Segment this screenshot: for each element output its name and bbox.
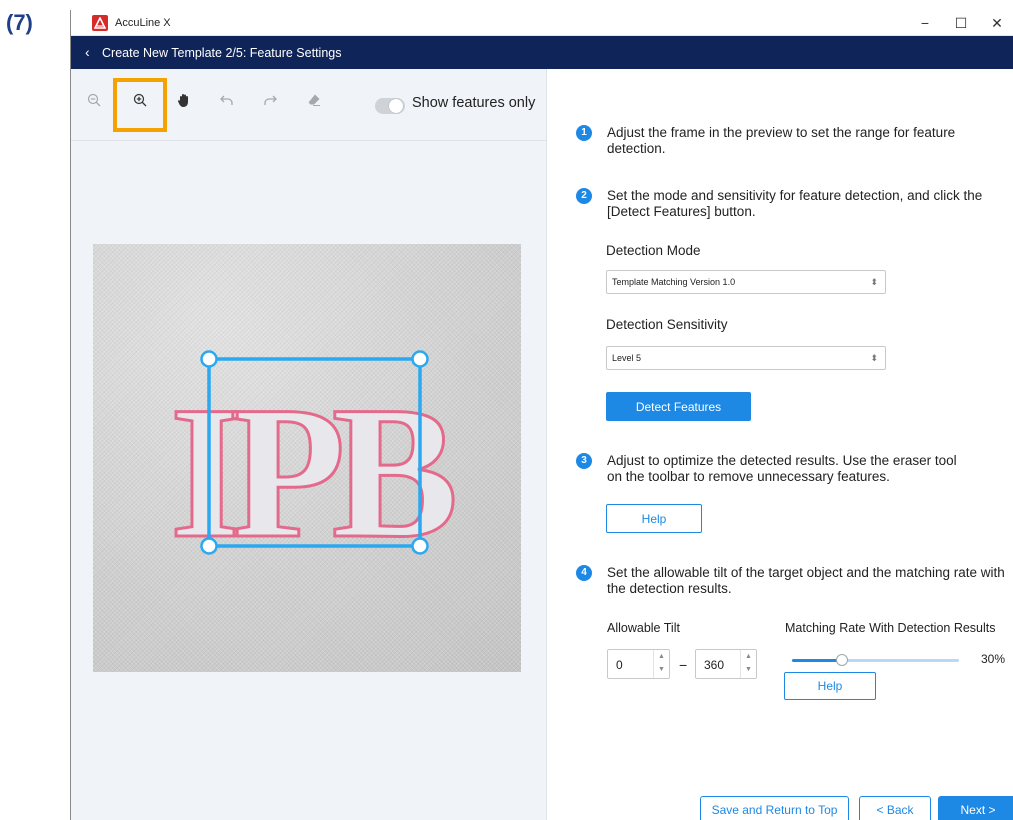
- help-button[interactable]: Help: [606, 504, 702, 533]
- app-title: AccuLine X: [115, 17, 171, 29]
- preview-pane: Show features only IPB: [71, 69, 547, 820]
- back-chevron-icon[interactable]: ‹: [85, 44, 90, 60]
- allowable-tilt-label: Allowable Tilt: [607, 621, 680, 635]
- nav-bar: ‹ Create New Template 2/5: Feature Setti…: [71, 36, 1013, 69]
- page-title: Create New Template 2/5: Feature Setting…: [102, 46, 342, 60]
- frame-handle-bottom-right[interactable]: [411, 537, 429, 555]
- detection-sensitivity-select[interactable]: Level 5 ⬍: [606, 346, 886, 370]
- detection-mode-label: Detection Mode: [606, 243, 701, 258]
- step-number: 4: [576, 565, 592, 581]
- tilt-max-value: 360: [704, 658, 725, 672]
- back-button[interactable]: < Back: [859, 796, 931, 820]
- redo-icon[interactable]: [259, 89, 281, 111]
- app-logo-icon: [92, 15, 108, 31]
- tilt-min-stepper[interactable]: 0 ▲ ▼: [607, 649, 670, 679]
- step-number: 1: [576, 125, 592, 141]
- step-text: Set the mode and sensitivity for feature…: [607, 188, 983, 219]
- frame-handle-top-left[interactable]: [200, 350, 218, 368]
- detection-mode-select[interactable]: Template Matching Version 1.0 ⬍: [606, 270, 886, 294]
- frame-handle-top-right[interactable]: [411, 350, 429, 368]
- close-button[interactable]: ✕: [979, 10, 1013, 36]
- step-text: Adjust to optimize the detected results.…: [607, 453, 957, 484]
- preview-image[interactable]: IPB: [93, 244, 521, 672]
- matching-rate-slider[interactable]: [792, 654, 959, 666]
- eraser-icon[interactable]: [303, 89, 325, 111]
- step-text: Set the allowable tilt of the target obj…: [607, 565, 1005, 596]
- title-bar: AccuLine X − ☐ ✕: [71, 10, 1013, 36]
- matching-rate-label: Matching Rate With Detection Results: [785, 621, 996, 635]
- tilt-range-dash: −: [679, 657, 688, 673]
- step-marker: (7): [6, 10, 33, 35]
- toggle-knob: [389, 99, 403, 113]
- step-text: Adjust the frame in the preview to set t…: [607, 125, 956, 156]
- hand-icon[interactable]: [173, 89, 195, 111]
- stepper-arrows-icon[interactable]: ▲ ▼: [653, 650, 669, 678]
- slider-fill: [792, 659, 842, 662]
- settings-pane: 1 Adjust the frame in the preview to set…: [548, 69, 1013, 820]
- app-window: AccuLine X − ☐ ✕ ‹ Create New Template 2…: [70, 10, 1013, 820]
- step-number: 3: [576, 453, 592, 469]
- detection-sensitivity-label: Detection Sensitivity: [606, 317, 728, 332]
- show-features-label: Show features only: [412, 95, 536, 111]
- select-arrows-icon: ⬍: [870, 353, 878, 363]
- zoom-in-icon[interactable]: [129, 89, 151, 111]
- save-return-button[interactable]: Save and Return to Top: [700, 796, 849, 820]
- show-features-toggle[interactable]: [375, 98, 405, 114]
- tilt-max-stepper[interactable]: 360 ▲ ▼: [695, 649, 757, 679]
- slider-handle[interactable]: [836, 654, 848, 666]
- step-number: 2: [576, 188, 592, 204]
- preview-toolbar: Show features only: [71, 69, 546, 141]
- maximize-button[interactable]: ☐: [943, 10, 979, 36]
- undo-icon[interactable]: [216, 89, 238, 111]
- stepper-arrows-icon[interactable]: ▲ ▼: [740, 650, 756, 678]
- next-button[interactable]: Next >: [938, 796, 1013, 820]
- detect-features-button[interactable]: Detect Features: [606, 392, 751, 421]
- minimize-button[interactable]: −: [907, 10, 943, 36]
- tilt-min-value: 0: [616, 658, 623, 672]
- select-arrows-icon: ⬍: [870, 277, 878, 287]
- detection-sensitivity-value: Level 5: [612, 353, 642, 363]
- detection-mode-value: Template Matching Version 1.0: [612, 277, 736, 287]
- zoom-out-icon[interactable]: [83, 89, 105, 111]
- matching-rate-percent: 30%: [981, 652, 1006, 666]
- help-button-matching[interactable]: Help: [784, 672, 876, 700]
- frame-handle-bottom-left[interactable]: [200, 537, 218, 555]
- preview-overlay: IPB: [168, 350, 469, 580]
